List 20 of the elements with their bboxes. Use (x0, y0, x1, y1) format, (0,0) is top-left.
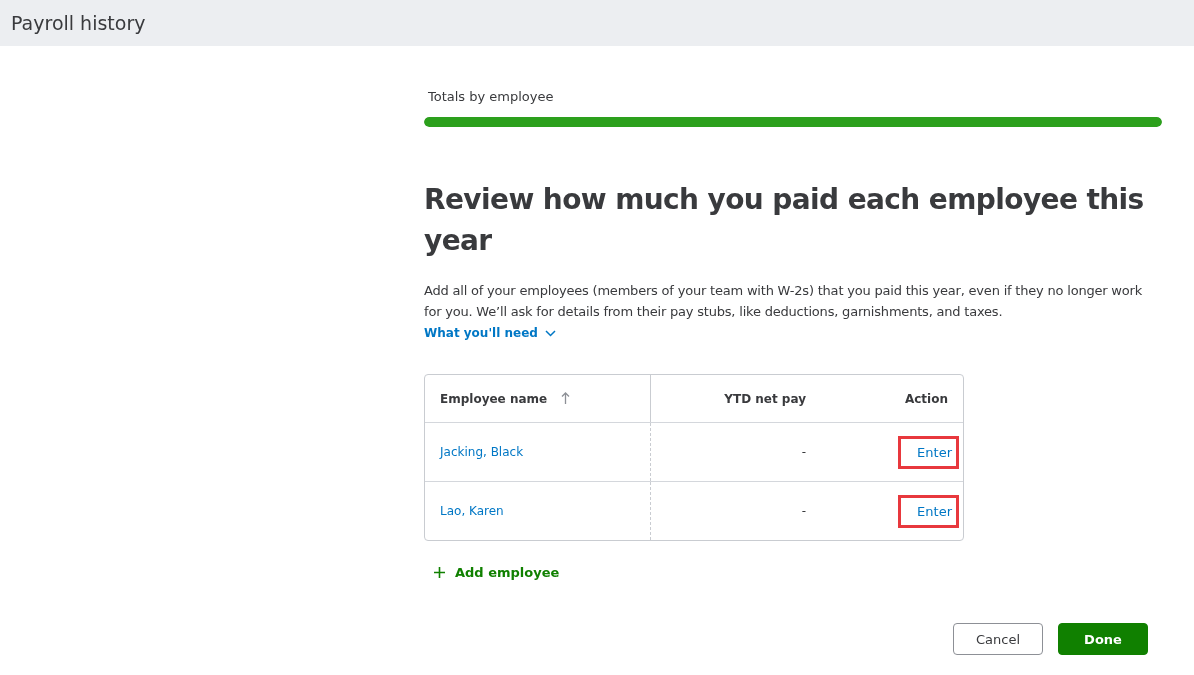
column-header: Action (904, 391, 948, 406)
employee-name-link[interactable]: Lao, Karen (440, 504, 504, 518)
table-cell: - (801, 504, 806, 518)
progress-label: Totals by employee (428, 89, 555, 104)
table-cell: - (801, 445, 806, 459)
enter-button[interactable]: Enter (898, 494, 959, 528)
primary-button[interactable]: Done (1058, 623, 1148, 655)
plus-icon (434, 567, 445, 578)
employee-name-link[interactable]: Jacking, Black (440, 445, 524, 459)
page-heading: Review how much you paid each employee this year (424, 182, 1145, 259)
sort-arrow-icon[interactable] (561, 392, 571, 405)
chevron-icon (544, 329, 556, 337)
description: Add all of your employees (members of your team with W-2s) that you paid this year, even if they no longer work for you. We’ll ask for details from their pay stubs, like deductions, garnishments, and taxes. (424, 282, 1144, 321)
column-header: YTD net pay (724, 391, 806, 406)
column-header[interactable]: Employee name (440, 391, 548, 406)
add-employee-button[interactable]: Add employee (434, 565, 560, 580)
page-title: Payroll history (11, 12, 146, 34)
expander-link[interactable]: What you'll need (424, 326, 556, 340)
secondary-button[interactable]: Cancel (953, 623, 1043, 655)
enter-button[interactable]: Enter (898, 435, 959, 469)
